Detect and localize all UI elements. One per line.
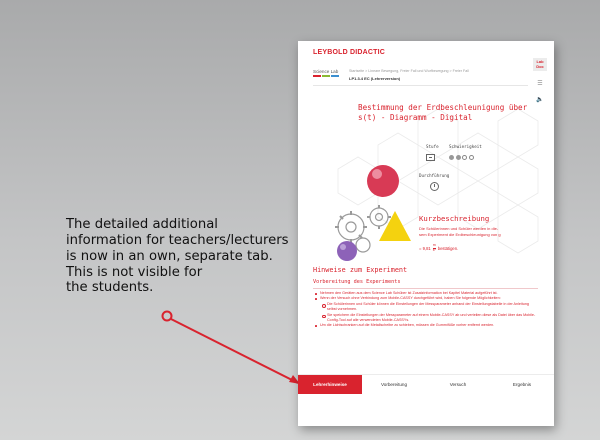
- tab-versuch[interactable]: Versuch: [426, 375, 490, 394]
- level-icon: [426, 154, 435, 161]
- hinweise-list: Nehmen den Geräten aus dem Science Lab S…: [313, 291, 538, 329]
- annotation-line: information for teachers/lecturers: [66, 232, 289, 248]
- annotation-line: This is not visible for: [66, 264, 203, 280]
- brand-logo: LEYBOLD DIDACTIC: [313, 49, 386, 56]
- lab-doc-button[interactable]: Lab Doc: [533, 58, 547, 71]
- science-lab-logo-bars: [313, 75, 343, 77]
- clock-icon: [430, 182, 439, 191]
- difficulty-dot: [455, 155, 461, 160]
- durchfuehrung-label: Durchführung: [419, 173, 450, 178]
- formula-value: = 9,81: [419, 245, 431, 251]
- kurzbeschreibung-heading: Kurzbeschreibung: [419, 214, 490, 223]
- difficulty-dot: [462, 155, 467, 160]
- formula-unit-den: s²: [432, 247, 436, 252]
- annotation-line: is now in an own, separate tab.: [66, 248, 273, 264]
- page-title-line1: Bestimmung der Erdbeschleunigung über: [358, 103, 528, 112]
- section-divider: [313, 288, 538, 289]
- tab-vorbereitung[interactable]: Vorbereitung: [362, 375, 426, 394]
- annotation-line: the students.: [66, 280, 154, 296]
- formula-unit: m s²: [432, 243, 436, 253]
- illustration-gears: [335, 165, 411, 261]
- tab-ergebnis[interactable]: Ergebnis: [490, 375, 554, 394]
- vorbereitung-heading: Vorbereitung des Experiments: [313, 279, 401, 285]
- list-icon[interactable]: ☰: [533, 78, 547, 91]
- science-lab-logo-text: Science Lab: [313, 69, 339, 74]
- kurz-line: sem Experiment die Erdbeschleunigung von…: [419, 231, 501, 237]
- formula-suffix: bestätigen.: [437, 245, 459, 251]
- connector-line: [170, 318, 299, 384]
- gravity-formula: = 9,81 m s² bestätigen.: [419, 243, 459, 253]
- science-lab-logo: Science Lab: [313, 69, 343, 77]
- schwierigkeit-label: Schwierigkeit: [449, 144, 482, 149]
- speaker-icon[interactable]: 🔈: [533, 94, 547, 107]
- breadcrumb[interactable]: Startseite > Lineare Bewegung, Freier Fa…: [349, 69, 534, 73]
- difficulty-dot: [468, 155, 474, 160]
- annotation-note: The detailed additional information for …: [66, 217, 296, 296]
- difficulty-dot: [449, 155, 454, 160]
- page-title-line2: s(t) - Diagramm - Digital: [358, 112, 473, 122]
- list-item: Sie speichern die Einstellungen der Mess…: [313, 313, 538, 324]
- connector-start-dot: [161, 310, 173, 322]
- app-window: LEYBOLD DIDACTIC Science Lab Startseite …: [298, 41, 554, 426]
- kurzbeschreibung-text: Die Schülerinnen und Schüler werden in d…: [419, 226, 531, 237]
- list-item: Die Schülerinnen und Schüler können die …: [313, 302, 538, 313]
- annotation-line: The detailed additional: [66, 217, 218, 232]
- purple-sphere: [337, 241, 357, 261]
- list-item: Um die Lichtschranken auf die Metallsche…: [313, 323, 538, 328]
- page-title: Bestimmung der Erdbeschleunigung über s(…: [358, 103, 528, 122]
- stufe-label: Stufe: [426, 144, 439, 149]
- tab-lehrerhinweise[interactable]: Lehrerhinweise: [298, 375, 362, 394]
- difficulty-rating: [449, 155, 474, 160]
- hinweise-heading: Hinweise zum Experiment: [313, 266, 408, 274]
- red-sphere: [367, 165, 399, 197]
- experiment-code: LP1.3.4 EC (Lehrerversion): [349, 76, 401, 81]
- header-divider: [313, 85, 528, 86]
- yellow-triangle: [379, 211, 411, 241]
- tab-bar: Lehrerhinweise Vorbereitung Versuch Erge…: [298, 374, 554, 394]
